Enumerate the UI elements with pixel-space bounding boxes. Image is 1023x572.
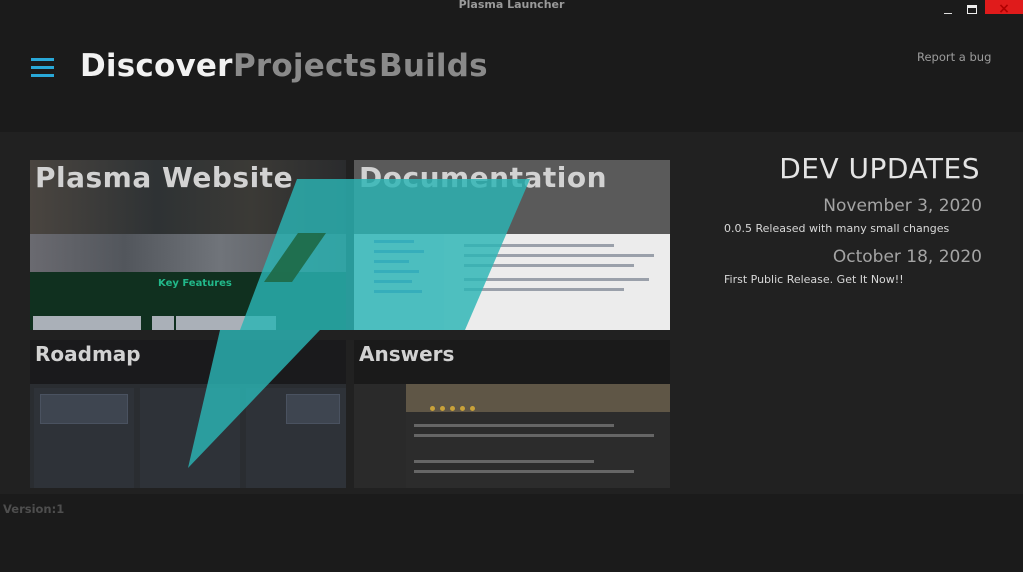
- dev-updates-title: DEV UPDATES: [779, 152, 980, 185]
- tile-roadmap[interactable]: Roadmap: [30, 340, 346, 488]
- tab-discover[interactable]: Discover: [80, 48, 233, 84]
- header: Discover Projects Builds Report a bug: [0, 14, 1023, 132]
- maximize-icon: [967, 4, 977, 14]
- tile-documentation[interactable]: Documentation: [354, 160, 670, 330]
- menu-icon[interactable]: [31, 58, 54, 78]
- tab-projects[interactable]: Projects: [233, 48, 377, 84]
- tab-builds[interactable]: Builds: [379, 48, 488, 84]
- tile-label: Answers: [359, 342, 455, 366]
- update-date: November 3, 2020: [823, 196, 982, 216]
- tile-plasma-website[interactable]: Key Features Plasma Website: [30, 160, 346, 330]
- report-bug-link[interactable]: Report a bug: [917, 50, 991, 64]
- website-preview-heading: Key Features: [158, 278, 232, 289]
- window-title: Plasma Launcher: [458, 0, 565, 11]
- version-label: Version:1: [3, 502, 65, 516]
- main-content: Key Features Plasma Website Documentatio…: [0, 132, 1023, 494]
- title-bar: Plasma Launcher: [0, 0, 1023, 14]
- update-date: October 18, 2020: [832, 247, 982, 267]
- tile-label: Plasma Website: [35, 161, 294, 194]
- update-text[interactable]: 0.0.5 Released with many small changes: [724, 222, 949, 235]
- tile-label: Roadmap: [35, 342, 141, 366]
- footer: Version:1: [0, 494, 1023, 572]
- tile-label: Documentation: [359, 161, 608, 194]
- update-text[interactable]: First Public Release. Get It Now!!: [724, 273, 904, 286]
- tile-answers[interactable]: Answers: [354, 340, 670, 488]
